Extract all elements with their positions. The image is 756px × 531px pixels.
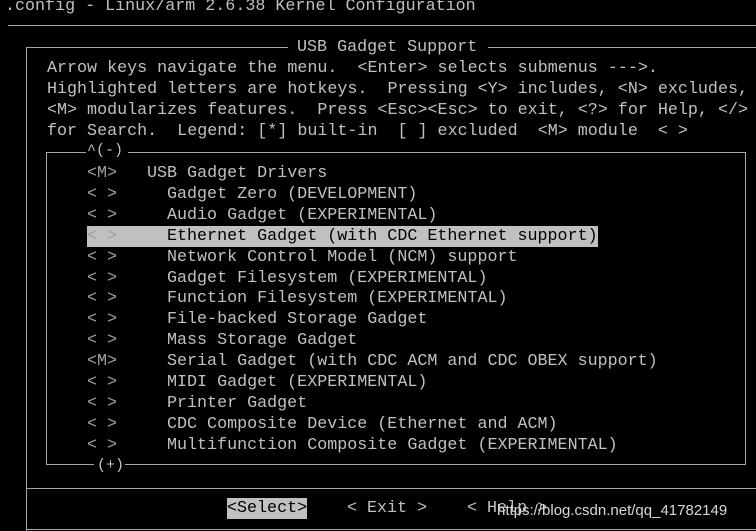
help-line: <M> modularizes features. Press <Esc><Es…: [47, 101, 748, 120]
menu-box-right: [745, 152, 746, 464]
item-label: Gadget Zero (DEVELOPMENT): [167, 184, 418, 204]
menu-box-bottom-right: [125, 464, 746, 465]
item-label: CDC Composite Device (Ethernet and ACM): [167, 414, 558, 434]
frame-top-left: [26, 47, 288, 48]
item-label: File-backed Storage Gadget: [167, 310, 428, 330]
watermark: https://blog.csdn.net/qq_41782149: [497, 502, 728, 519]
item-label: USB Gadget Drivers: [147, 164, 328, 183]
header-rule: [8, 25, 756, 26]
item-state[interactable]: < >: [87, 435, 117, 456]
item-state[interactable]: < >: [87, 393, 117, 414]
help-line: Highlighted letters are hotkeys. Pressin…: [47, 80, 748, 99]
help-line: Arrow keys navigate the menu. <Enter> se…: [47, 59, 658, 78]
button-separator: [26, 488, 756, 489]
scroll-down-indicator[interactable]: (+): [97, 455, 124, 476]
item-state[interactable]: < >: [87, 225, 118, 247]
item-label: Audio Gadget (EXPERIMENTAL): [167, 205, 438, 225]
dialog-title: USB Gadget Support: [297, 38, 478, 57]
item-state[interactable]: <M>: [87, 351, 117, 372]
frame-bottom: [26, 529, 756, 530]
menu-box-bottom-left: [46, 464, 94, 465]
menu-box-top-left: [46, 152, 86, 153]
item-label: MIDI Gadget (EXPERIMENTAL): [167, 373, 428, 392]
frame-top-right: [488, 47, 756, 48]
item-label: Multifunction Composite Gadget (EXPERIME…: [167, 435, 618, 455]
item-label: Function Filesystem (EXPERIMENTAL): [167, 289, 508, 309]
item-state[interactable]: < >: [87, 247, 117, 268]
select-button[interactable]: <Select>: [227, 498, 308, 519]
item-state[interactable]: <M>: [87, 163, 117, 184]
item-label: Ethernet Gadget (with CDC Ethernet suppo…: [117, 225, 598, 247]
item-state[interactable]: < >: [87, 268, 117, 289]
menu-box-top-right: [128, 152, 746, 153]
item-state[interactable]: < >: [87, 205, 117, 226]
window-title: .config - Linux/arm 2.6.38 Kernel Config…: [5, 0, 476, 16]
item-label: Printer Gadget: [167, 393, 308, 413]
item-state[interactable]: < >: [87, 288, 117, 309]
item-state[interactable]: < >: [87, 184, 117, 205]
item-state[interactable]: < >: [87, 330, 117, 351]
item-label: Gadget Filesystem (EXPERIMENTAL): [167, 268, 488, 288]
item-label: Mass Storage Gadget: [167, 331, 358, 351]
item-state[interactable]: < >: [87, 372, 117, 393]
help-line: for Search. Legend: [*] built-in [ ] exc…: [47, 122, 688, 141]
item-state[interactable]: < >: [87, 414, 117, 435]
menu-box-left: [46, 152, 47, 464]
item-state[interactable]: < >: [87, 309, 117, 330]
item-label: Serial Gadget (with CDC ACM and CDC OBEX…: [167, 352, 658, 372]
scroll-up-indicator[interactable]: ^(-): [87, 140, 123, 161]
item-label: Network Control Model (NCM) support: [167, 247, 518, 267]
exit-button[interactable]: < Exit >: [347, 498, 427, 519]
frame-left: [26, 47, 27, 531]
